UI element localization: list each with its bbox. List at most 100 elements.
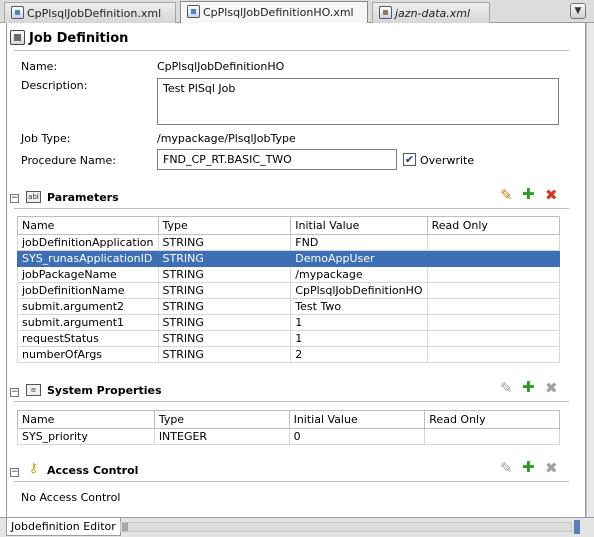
cell-read-only: [426, 330, 561, 347]
cell-initial-value: 2: [290, 346, 428, 363]
horizontal-scrollbar[interactable]: [120, 522, 572, 532]
cell-name: submit.argument1: [17, 314, 159, 331]
cell-read-only: [426, 314, 561, 331]
cell-read-only: [426, 250, 561, 267]
cell-name: requestStatus: [17, 330, 159, 347]
cell-read-only: [426, 298, 561, 315]
chevron-down-icon[interactable]: ▼: [570, 3, 586, 19]
cell-initial-value: 1: [290, 314, 428, 331]
cell-type: STRING: [157, 346, 292, 363]
cell-initial-value: FND: [290, 234, 428, 251]
cell-name: jobPackageName: [17, 266, 159, 283]
x-icon[interactable]: ✖: [545, 461, 558, 476]
vertical-scrollbar[interactable]: [586, 23, 594, 517]
job-type-label: Job Type:: [21, 132, 71, 145]
cell-name: numberOfArgs: [17, 346, 159, 363]
cell-type: STRING: [157, 330, 292, 347]
tab-jobdefinition-editor[interactable]: Jobdefinition Editor: [6, 518, 121, 536]
procedure-name-input[interactable]: FND_CP_RT.BASIC_TWO: [157, 149, 397, 170]
pencil-icon[interactable]: ✎: [500, 461, 513, 476]
column-header-name[interactable]: Name: [17, 410, 155, 429]
column-header-read-only[interactable]: Read Only: [424, 410, 560, 429]
table-row[interactable]: jobDefinitionName STRING CpPlsqlJobDefinit…: [17, 282, 561, 299]
column-header-type[interactable]: Type: [153, 410, 290, 429]
system-properties-title: System Properties: [47, 384, 162, 397]
tab-cpplsqljobdefinitionho[interactable]: CpPlsqlJobDefinitionHO.xml: [180, 1, 368, 24]
x-icon[interactable]: ✖: [545, 188, 558, 203]
job-type-value: /mypackage/PlsqlJobType: [157, 132, 296, 145]
cell-read-only: [426, 346, 561, 363]
page-title: Job Definition: [10, 30, 128, 50]
column-header-initial-value[interactable]: Initial Value: [288, 410, 426, 429]
job-definition-icon: [10, 30, 25, 45]
cell-initial-value: 1: [290, 330, 428, 347]
collapse-access-control-icon[interactable]: −: [10, 468, 19, 477]
xml-file-icon: [379, 6, 392, 19]
plus-icon[interactable]: ✚: [522, 187, 535, 202]
table-row[interactable]: numberOfArgs STRING 2: [17, 346, 561, 363]
pencil-icon[interactable]: ✎: [500, 188, 513, 203]
system-properties-table: Name Type Initial Value Read Only SYS_pr…: [17, 410, 560, 445]
procedure-name-label: Procedure Name:: [21, 154, 116, 167]
overwrite-label: Overwrite: [420, 154, 475, 167]
overwrite-checkbox[interactable]: ✔: [403, 153, 416, 166]
cell-name: submit.argument2: [17, 298, 159, 315]
table-header-row: Name Type Initial Value Read Only: [17, 216, 561, 235]
tab-jazn-data[interactable]: jazn-data.xml: [372, 2, 490, 23]
access-control-title: Access Control: [47, 464, 139, 477]
table-row-selected[interactable]: SYS_runasApplicationID STRING DemoAppUser: [17, 250, 561, 267]
cell-initial-value: CpPlsqlJobDefinitionHO: [290, 282, 428, 299]
tab-label: CpPlsqlJobDefinitionHO.xml: [203, 6, 354, 19]
cell-read-only: [426, 234, 561, 251]
divider: [14, 481, 569, 482]
cell-initial-value: DemoAppUser: [290, 250, 428, 267]
column-header-type[interactable]: Type: [157, 216, 292, 235]
key-icon: ⚷: [28, 461, 39, 476]
cell-type: STRING: [157, 250, 292, 267]
cell-type: STRING: [157, 298, 292, 315]
scrollbar-thumb[interactable]: [574, 520, 580, 534]
column-header-read-only[interactable]: Read Only: [426, 216, 561, 235]
cell-type: STRING: [157, 314, 292, 331]
editor-bottom-bar: Jobdefinition Editor: [0, 517, 594, 537]
table-row[interactable]: SYS_priority INTEGER 0: [17, 428, 560, 445]
cell-initial-value: Test Two: [290, 298, 428, 315]
column-header-name[interactable]: Name: [17, 216, 159, 235]
xml-file-icon: [187, 5, 200, 18]
cell-name: jobDefinitionName: [17, 282, 159, 299]
cell-type: STRING: [157, 234, 292, 251]
tab-label: CpPlsqlJobDefinition.xml: [27, 7, 162, 20]
description-textarea[interactable]: Test PlSql Job: [157, 78, 559, 125]
divider: [14, 50, 569, 51]
no-access-control-text: No Access Control: [21, 491, 121, 504]
cell-name: SYS_runasApplicationID: [17, 250, 159, 267]
collapse-system-properties-icon[interactable]: −: [10, 388, 19, 397]
pencil-icon[interactable]: ✎: [500, 381, 513, 396]
tab-cpplsqljobdefinition[interactable]: CpPlsqlJobDefinition.xml: [4, 2, 176, 23]
table-row[interactable]: jobDefinitionApplication STRING FND: [17, 234, 561, 251]
page-title-text: Job Definition: [29, 31, 129, 46]
cell-name: SYS_priority: [17, 428, 155, 445]
x-icon[interactable]: ✖: [545, 381, 558, 396]
table-row[interactable]: submit.argument2 STRING Test Two: [17, 298, 561, 315]
cell-type: STRING: [157, 282, 292, 299]
parameters-table: Name Type Initial Value Read Only jobDef…: [17, 216, 561, 363]
cell-type: STRING: [157, 266, 292, 283]
xml-file-icon: [11, 6, 24, 19]
plus-icon[interactable]: ✚: [522, 380, 535, 395]
table-header-row: Name Type Initial Value Read Only: [17, 410, 560, 429]
description-label: Description:: [21, 79, 88, 92]
system-properties-icon: ≡: [26, 384, 41, 396]
cell-read-only: [426, 266, 561, 283]
divider: [14, 208, 569, 209]
column-header-initial-value[interactable]: Initial Value: [290, 216, 428, 235]
table-row[interactable]: requestStatus STRING 1: [17, 330, 561, 347]
table-row[interactable]: jobPackageName STRING/mypackage: [17, 266, 561, 283]
cell-initial-value: /mypackage: [290, 266, 428, 283]
plus-icon[interactable]: ✚: [522, 460, 535, 475]
tab-label: jazn-data.xml: [395, 7, 471, 20]
table-row[interactable]: submit.argument1 STRING 1: [17, 314, 561, 331]
cell-read-only: [424, 428, 560, 445]
collapse-parameters-icon[interactable]: −: [10, 194, 19, 203]
scrollbar-thumb[interactable]: [122, 523, 128, 531]
